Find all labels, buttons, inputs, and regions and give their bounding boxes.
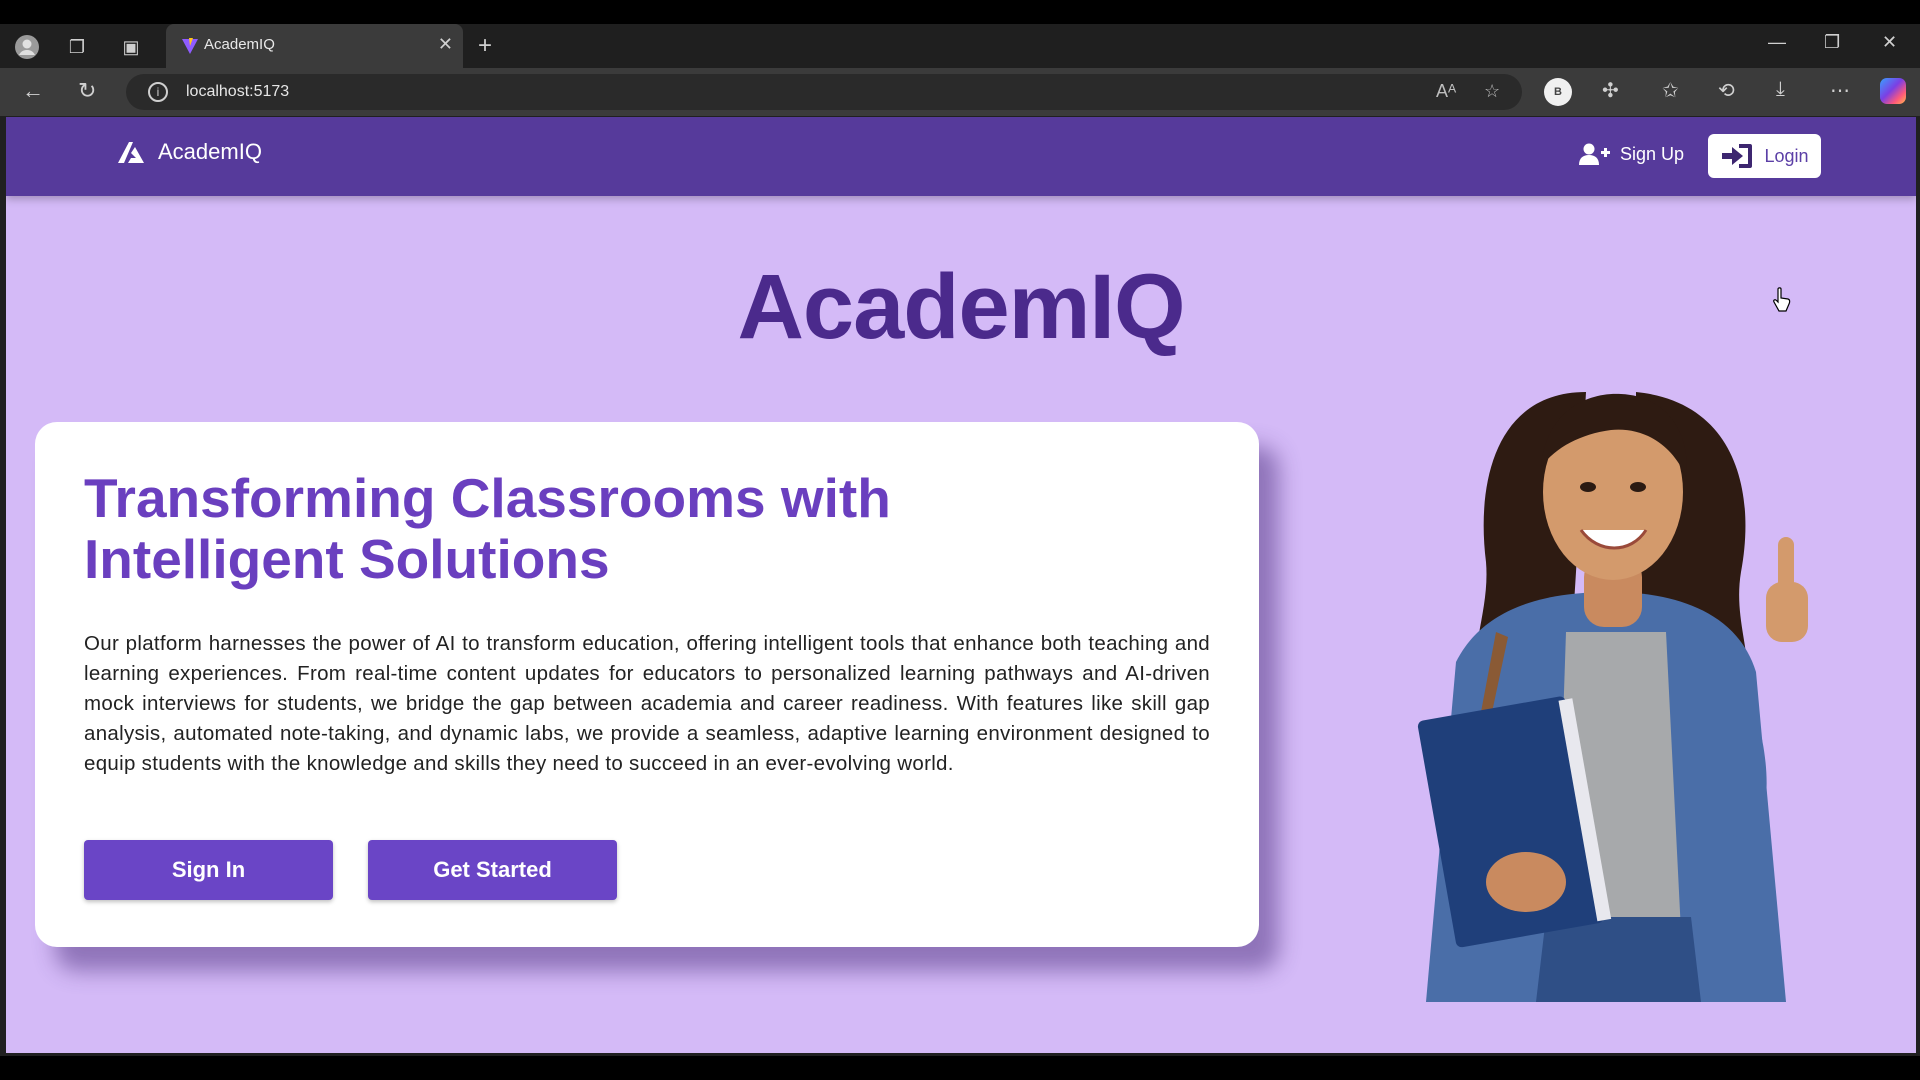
card-heading: Transforming Classrooms with Intelligent… [84,467,891,590]
intro-card: Transforming Classrooms with Intelligent… [35,422,1259,947]
user-plus-icon [1579,143,1610,165]
tab-close-icon[interactable]: ✕ [438,34,453,55]
student-hero-image [1417,392,1808,1002]
favorites-icon[interactable]: ✩ [1662,78,1679,103]
close-window-icon[interactable]: ✕ [1882,32,1897,53]
web-page: AcademIQ Sign Up Login AcademIQ Transfor… [6,117,1916,1053]
copilot-icon[interactable] [1880,78,1906,104]
history-icon[interactable]: ⟲ [1718,78,1735,103]
browser-window: ❐ ▣ AcademIQ ✕ + — ❐ ✕ ← ↻ i localhost:5… [0,24,1920,1056]
card-description: Our platform harnesses the power of AI t… [84,632,1210,775]
restore-icon[interactable]: ❐ [1824,32,1840,53]
tab-academiq[interactable]: AcademIQ ✕ [166,24,463,68]
read-aloud-icon[interactable]: Aᴬ [1436,81,1456,102]
academiq-logo-icon [118,142,144,163]
login-label: Login [1764,145,1809,166]
login-button[interactable]: Login [1708,134,1821,178]
more-options-icon[interactable]: ⋯ [1830,78,1850,103]
sign-in-icon [1722,144,1753,168]
refresh-icon[interactable]: ↻ [78,78,96,104]
minimize-icon[interactable]: — [1768,32,1786,53]
brand-logo[interactable]: AcademIQ [116,139,262,165]
tab-title: AcademIQ [204,36,275,53]
sign-up-label: Sign Up [1620,143,1685,164]
profile-avatar[interactable]: B [1544,78,1572,106]
tab-strip: ❐ ▣ AcademIQ ✕ + — ❐ ✕ [0,24,1920,68]
brand-name: AcademIQ [158,139,262,164]
workspaces-icon[interactable]: ❐ [64,34,90,60]
sign-up-link[interactable]: Sign Up [1578,142,1684,166]
app-header: AcademIQ Sign Up Login [6,117,1916,196]
address-bar-row: ← ↻ i localhost:5173 Aᴬ ☆ B ✣ ✩ ⟲ ⤓ ⋯ [0,68,1920,116]
vite-favicon-icon [182,38,198,54]
hero-title: AcademIQ [737,256,1185,358]
back-icon[interactable]: ← [22,78,44,104]
address-bar[interactable]: i localhost:5173 Aᴬ ☆ [126,74,1522,110]
mouse-cursor-icon [1773,287,1791,312]
sign-in-button[interactable]: Sign In [84,840,333,900]
site-info-icon[interactable]: i [148,82,168,102]
url-text[interactable]: localhost:5173 [186,83,289,101]
new-tab-icon[interactable]: + [478,32,492,60]
profile-icon[interactable] [14,34,40,60]
favorite-star-icon[interactable]: ☆ [1484,81,1500,102]
extensions-icon[interactable]: ✣ [1602,78,1619,103]
get-started-button[interactable]: Get Started [368,840,617,900]
downloads-icon[interactable]: ⤓ [1776,78,1785,101]
vertical-tabs-icon[interactable]: ▣ [118,34,144,60]
